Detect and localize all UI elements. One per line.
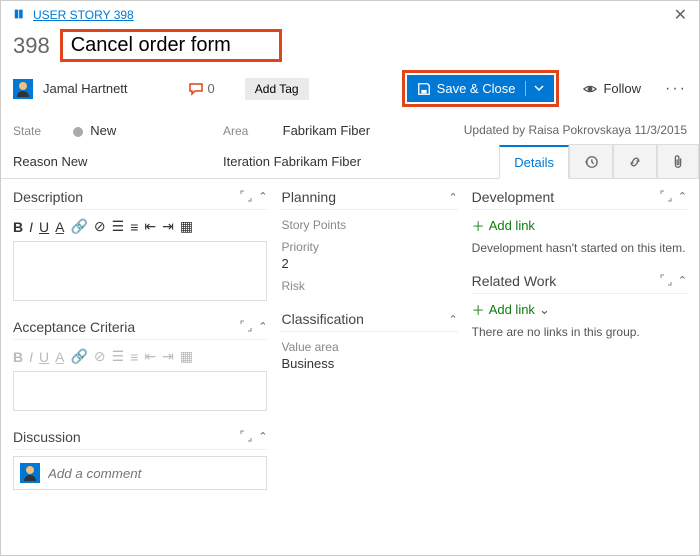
- unlink-tool-icon[interactable]: ⊘: [94, 218, 106, 235]
- area-label: Area: [223, 124, 279, 138]
- image-tool-icon[interactable]: ▦: [180, 348, 193, 365]
- workitem-id: 398: [13, 33, 50, 59]
- numbered-icon[interactable]: ≡: [130, 349, 138, 365]
- collapse-caret[interactable]: ⌃: [448, 191, 457, 204]
- collapse-caret[interactable]: ⌃: [258, 320, 267, 335]
- underline-icon[interactable]: U: [39, 349, 49, 365]
- expand-icon[interactable]: [240, 430, 252, 445]
- title-input[interactable]: [71, 34, 271, 57]
- save-split-caret[interactable]: [525, 81, 544, 96]
- valuearea-label: Value area: [281, 340, 457, 354]
- reason-label: Reason: [13, 154, 58, 169]
- development-heading: Development: [472, 189, 555, 205]
- chevron-down-icon: [534, 83, 544, 93]
- numbered-icon[interactable]: ≡: [130, 219, 138, 235]
- chevron-down-icon: ⌄: [539, 302, 550, 318]
- underline-icon[interactable]: U: [39, 219, 49, 235]
- reason-value[interactable]: New: [61, 154, 87, 169]
- breadcrumb-link[interactable]: USER STORY 398: [33, 8, 134, 22]
- state-value[interactable]: New: [90, 123, 116, 138]
- priority-value[interactable]: 2: [281, 256, 457, 271]
- tab-links[interactable]: [613, 144, 657, 178]
- add-tag-button[interactable]: Add Tag: [245, 78, 309, 100]
- discussion-input[interactable]: [48, 466, 260, 481]
- area-value[interactable]: Fabrikam Fiber: [283, 123, 370, 138]
- indent-icon[interactable]: ⇥: [162, 218, 174, 235]
- acceptance-toolbar[interactable]: B I U A̲ 🔗 ⊘ ☰ ≡ ⇤ ⇥ ▦: [13, 346, 267, 371]
- save-and-close-button[interactable]: Save & Close: [407, 75, 555, 102]
- updated-text: Updated by Raisa Pokrovskaya 11/3/2015: [464, 123, 687, 138]
- related-heading: Related Work: [472, 273, 557, 289]
- title-highlight-frame: [60, 29, 282, 62]
- collapse-caret[interactable]: ⌃: [258, 190, 267, 205]
- description-editor[interactable]: [13, 241, 267, 301]
- close-icon[interactable]: ✕: [674, 5, 687, 25]
- expand-icon[interactable]: [240, 320, 252, 335]
- bold-icon[interactable]: B: [13, 349, 23, 365]
- image-tool-icon[interactable]: ▦: [180, 218, 193, 235]
- state-dot-icon: [73, 127, 83, 137]
- acceptance-editor[interactable]: [13, 371, 267, 411]
- collapse-caret[interactable]: ⌃: [448, 313, 457, 326]
- priority-label: Priority: [281, 240, 457, 254]
- tab-details[interactable]: Details: [499, 145, 569, 179]
- bullets-icon[interactable]: ☰: [112, 218, 125, 235]
- discussion-heading: Discussion: [13, 429, 81, 445]
- story-points-label: Story Points: [281, 218, 457, 232]
- assignee-avatar[interactable]: [13, 79, 33, 99]
- font-style-icon[interactable]: A̲: [55, 219, 64, 235]
- state-label: State: [13, 124, 69, 138]
- risk-label: Risk: [281, 279, 457, 293]
- save-icon: [417, 82, 431, 96]
- collapse-caret[interactable]: ⌃: [678, 274, 687, 289]
- expand-icon[interactable]: [660, 274, 672, 289]
- link-tool-icon[interactable]: 🔗: [70, 348, 87, 365]
- related-hint: There are no links in this group.: [472, 325, 687, 339]
- bullets-icon[interactable]: ☰: [112, 348, 125, 365]
- eye-icon: [583, 82, 597, 96]
- related-add-link[interactable]: ＋ Add link ⌄: [472, 300, 687, 319]
- comments-indicator[interactable]: 0: [188, 81, 215, 96]
- follow-button[interactable]: Follow: [583, 81, 641, 96]
- collapse-caret[interactable]: ⌃: [258, 430, 267, 445]
- current-user-avatar: [20, 463, 40, 483]
- classification-heading: Classification: [281, 311, 363, 327]
- link-icon: [628, 155, 642, 169]
- plus-icon: ＋: [472, 300, 485, 319]
- history-icon: [584, 155, 598, 169]
- iteration-label: Iteration: [223, 154, 270, 169]
- italic-icon[interactable]: I: [29, 219, 33, 235]
- planning-heading: Planning: [281, 189, 336, 205]
- collapse-caret[interactable]: ⌃: [678, 190, 687, 205]
- more-actions-button[interactable]: ···: [665, 80, 687, 98]
- development-hint: Development hasn't started on this item.: [472, 241, 687, 255]
- description-toolbar[interactable]: B I U A̲ 🔗 ⊘ ☰ ≡ ⇤ ⇥ ▦: [13, 216, 267, 241]
- link-tool-icon[interactable]: 🔗: [70, 218, 87, 235]
- plus-icon: ＋: [472, 216, 485, 235]
- valuearea-value[interactable]: Business: [281, 356, 457, 371]
- comments-count: 0: [208, 81, 215, 96]
- tab-attachments[interactable]: [657, 144, 699, 178]
- acceptance-heading: Acceptance Criteria: [13, 319, 135, 335]
- indent-icon[interactable]: ⇥: [162, 348, 174, 365]
- unlink-tool-icon[interactable]: ⊘: [94, 348, 106, 365]
- italic-icon[interactable]: I: [29, 349, 33, 365]
- expand-icon[interactable]: [240, 190, 252, 205]
- description-heading: Description: [13, 189, 83, 205]
- outdent-icon[interactable]: ⇤: [144, 218, 156, 235]
- expand-icon[interactable]: [660, 190, 672, 205]
- development-add-link[interactable]: ＋ Add link: [472, 216, 687, 235]
- iteration-value[interactable]: Fabrikam Fiber: [274, 154, 361, 169]
- outdent-icon[interactable]: ⇤: [144, 348, 156, 365]
- tab-history[interactable]: [569, 144, 613, 178]
- bold-icon[interactable]: B: [13, 219, 23, 235]
- font-style-icon[interactable]: A̲: [55, 349, 64, 365]
- save-highlight-frame: Save & Close: [402, 70, 560, 107]
- assignee-name[interactable]: Jamal Hartnett: [43, 81, 128, 96]
- attachment-icon: [672, 155, 684, 169]
- work-item-type-icon: [13, 7, 27, 24]
